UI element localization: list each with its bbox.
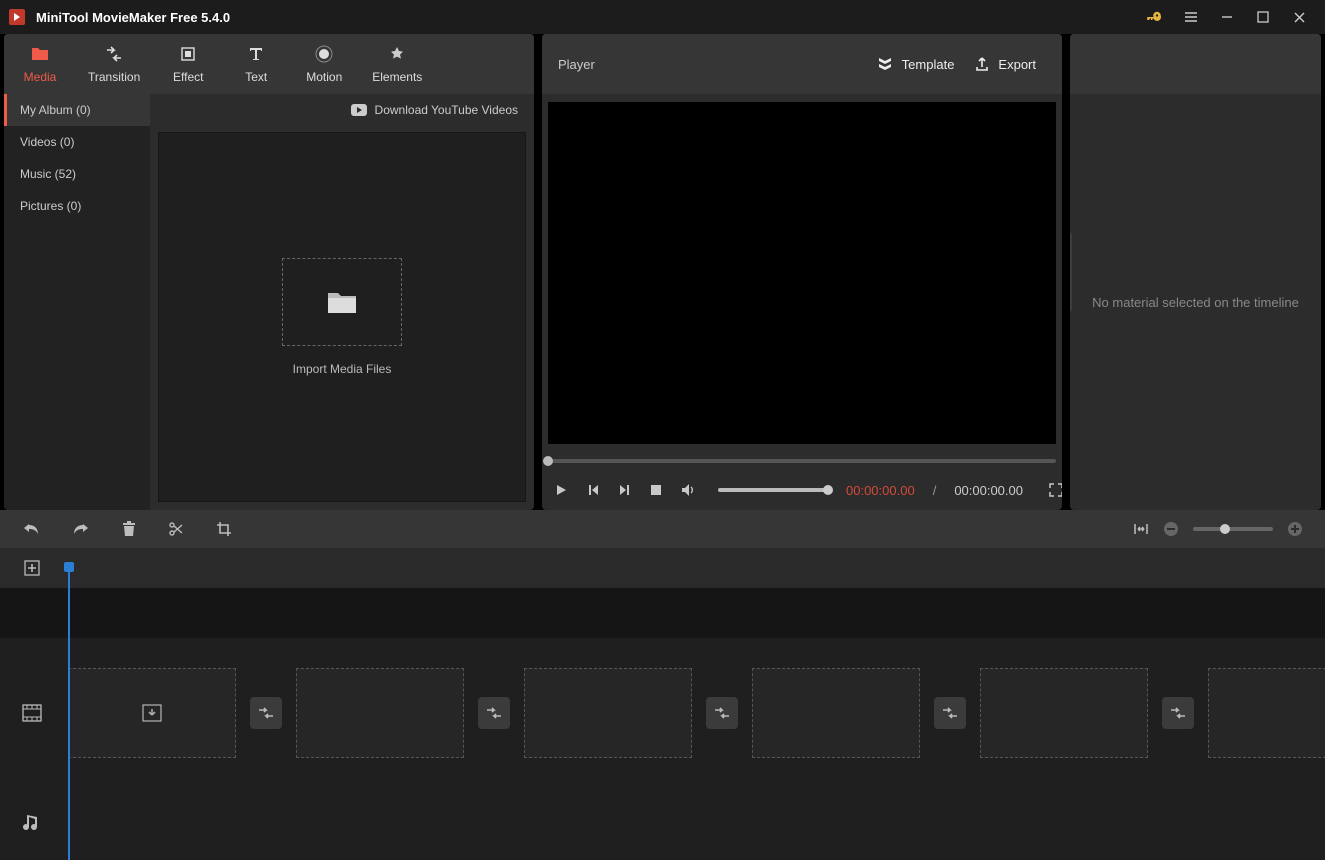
- transition-slot-icon[interactable]: [934, 697, 966, 729]
- play-icon[interactable]: [554, 482, 568, 498]
- playhead[interactable]: [68, 568, 70, 860]
- import-box[interactable]: [282, 258, 402, 346]
- tab-label: Elements: [372, 70, 422, 84]
- fullscreen-icon[interactable]: [1049, 482, 1062, 498]
- sidebar-item-music[interactable]: Music (52): [4, 158, 150, 190]
- sidebar-item-pictures[interactable]: Pictures (0): [4, 190, 150, 222]
- template-icon: [876, 55, 894, 73]
- tab-media[interactable]: Media: [6, 36, 74, 92]
- redo-icon[interactable]: [72, 521, 90, 537]
- import-label: Import Media Files: [293, 362, 392, 376]
- inspector-empty-message: No material selected on the timeline: [1092, 295, 1299, 310]
- export-label: Export: [998, 57, 1036, 72]
- add-track-icon[interactable]: [0, 559, 64, 577]
- zoom-in-icon[interactable]: [1287, 521, 1303, 537]
- delete-icon[interactable]: [122, 521, 136, 537]
- download-youtube-label: Download YouTube Videos: [375, 103, 518, 117]
- app-title: MiniTool MovieMaker Free 5.4.0: [36, 10, 1135, 25]
- motion-icon: [314, 44, 334, 64]
- volume-icon[interactable]: [680, 482, 696, 498]
- next-frame-icon[interactable]: [618, 482, 632, 498]
- title-bar: MiniTool MovieMaker Free 5.4.0: [0, 0, 1325, 34]
- media-category-list: My Album (0) Videos (0) Music (52) Pictu…: [4, 94, 150, 510]
- transition-slot-icon[interactable]: [478, 697, 510, 729]
- time-separator: /: [933, 483, 937, 498]
- preview-canvas: [548, 102, 1056, 444]
- template-button[interactable]: Template: [866, 49, 965, 79]
- template-label: Template: [902, 57, 955, 72]
- app-logo-icon: [8, 8, 26, 26]
- sidebar-item-label: Music (52): [20, 167, 76, 181]
- tool-tabstrip: Media Transition Effect Text: [4, 34, 534, 94]
- transition-slot-icon[interactable]: [250, 697, 282, 729]
- sidebar-item-label: Videos (0): [20, 135, 74, 149]
- timeline: [0, 548, 1325, 860]
- scrub-bar[interactable]: [548, 452, 1056, 470]
- tab-motion[interactable]: Motion: [290, 36, 358, 92]
- time-total: 00:00:00.00: [954, 483, 1023, 498]
- minimize-icon[interactable]: [1209, 0, 1245, 34]
- tab-label: Effect: [173, 70, 203, 84]
- download-youtube-button[interactable]: Download YouTube Videos: [150, 94, 534, 126]
- transition-slot-icon[interactable]: [706, 697, 738, 729]
- volume-slider[interactable]: [718, 488, 828, 492]
- sidebar-item-videos[interactable]: Videos (0): [4, 126, 150, 158]
- folder-icon: [30, 44, 50, 64]
- sidebar-item-label: Pictures (0): [20, 199, 81, 213]
- maximize-icon[interactable]: [1245, 0, 1281, 34]
- inspector-panel: No material selected on the timeline: [1070, 34, 1321, 510]
- hamburger-menu-icon[interactable]: [1173, 0, 1209, 34]
- elements-icon: [387, 44, 407, 64]
- effect-icon: [178, 44, 198, 64]
- tab-text[interactable]: Text: [222, 36, 290, 92]
- zoom-slider[interactable]: [1193, 527, 1273, 531]
- activate-key-icon[interactable]: [1145, 8, 1163, 26]
- time-current: 00:00:00.00: [846, 483, 915, 498]
- tab-label: Text: [245, 70, 267, 84]
- prev-frame-icon[interactable]: [586, 482, 600, 498]
- crop-icon[interactable]: [216, 521, 232, 537]
- clip-slot[interactable]: [296, 668, 464, 758]
- toggle-inspector-icon[interactable]: [1070, 232, 1072, 312]
- media-panel: Media Transition Effect Text: [4, 34, 534, 510]
- transition-slot-icon[interactable]: [1162, 697, 1194, 729]
- split-icon[interactable]: [168, 521, 184, 537]
- time-ruler[interactable]: [64, 548, 1325, 588]
- sidebar-item-label: My Album (0): [20, 103, 91, 117]
- tab-label: Media: [24, 70, 57, 84]
- clip-slot[interactable]: [1208, 668, 1325, 758]
- download-icon: [351, 104, 367, 116]
- text-icon: [246, 44, 266, 64]
- zoom-out-icon[interactable]: [1163, 521, 1179, 537]
- export-icon: [974, 56, 990, 72]
- player-panel: Player Template Export: [542, 34, 1062, 510]
- clip-slot[interactable]: [524, 668, 692, 758]
- import-drop-area[interactable]: Import Media Files: [158, 132, 526, 502]
- sidebar-item-myalbum[interactable]: My Album (0): [4, 94, 150, 126]
- folder-open-icon: [326, 289, 358, 315]
- tab-effect[interactable]: Effect: [154, 36, 222, 92]
- player-title: Player: [558, 57, 866, 72]
- drop-clip-slot[interactable]: [68, 668, 236, 758]
- clip-slot[interactable]: [980, 668, 1148, 758]
- tab-label: Motion: [306, 70, 342, 84]
- transition-icon: [104, 44, 124, 64]
- audio-track-icon: [0, 814, 64, 834]
- video-track-icon: [0, 704, 64, 722]
- clip-slot[interactable]: [752, 668, 920, 758]
- tab-elements[interactable]: Elements: [358, 36, 436, 92]
- close-icon[interactable]: [1281, 0, 1317, 34]
- stop-icon[interactable]: [650, 482, 662, 498]
- undo-icon[interactable]: [22, 521, 40, 537]
- tab-label: Transition: [88, 70, 140, 84]
- timeline-toolbar: [0, 510, 1325, 548]
- export-button[interactable]: Export: [964, 50, 1046, 78]
- video-clip-lane[interactable]: [64, 638, 1325, 788]
- fit-timeline-icon[interactable]: [1133, 522, 1149, 536]
- tab-transition[interactable]: Transition: [74, 36, 154, 92]
